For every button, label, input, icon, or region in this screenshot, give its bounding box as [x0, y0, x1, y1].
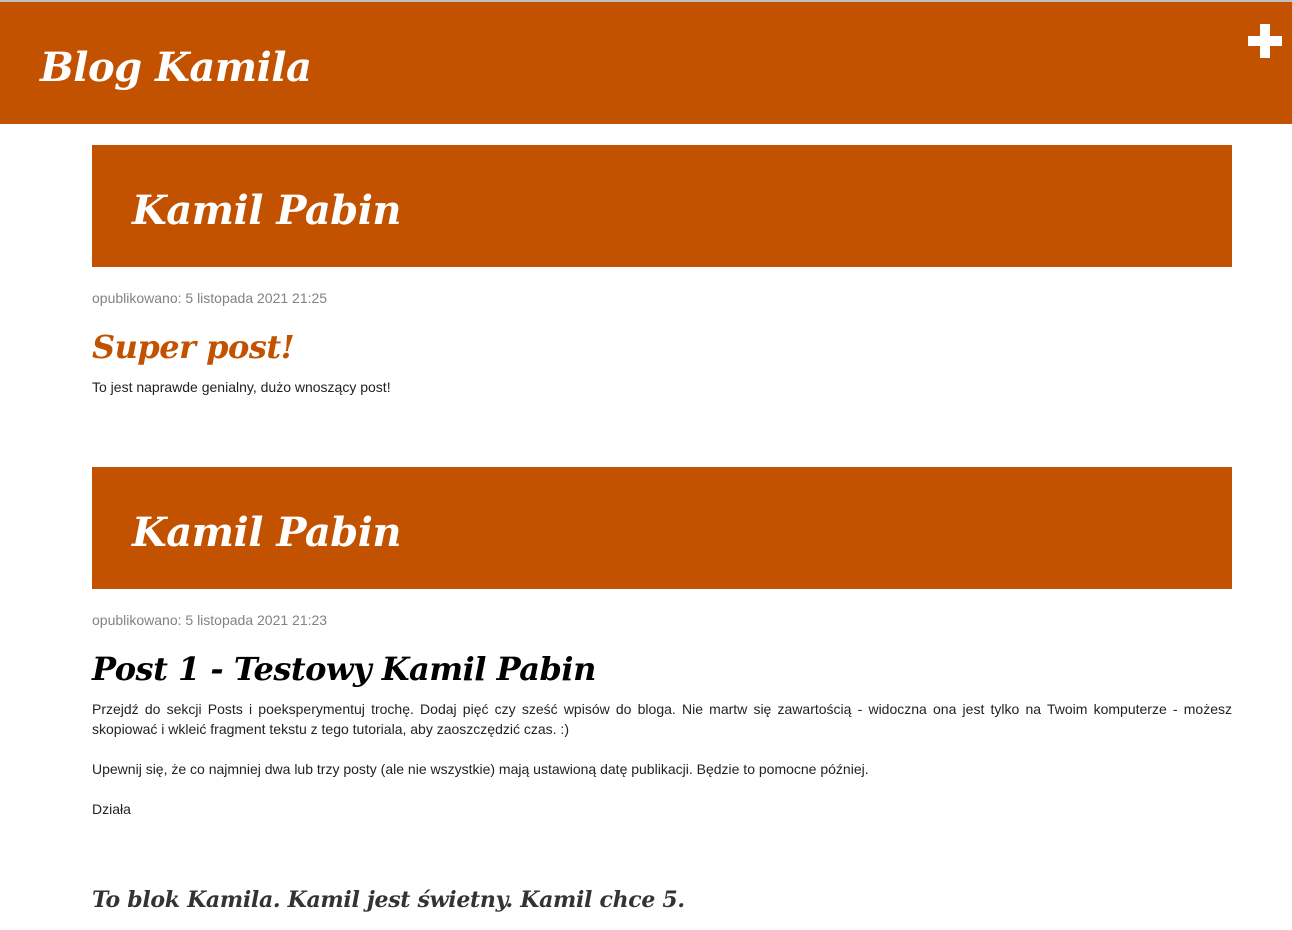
post-date: opublikowano: 5 listopada 2021 21:25	[92, 290, 328, 306]
plus-icon-vertical	[1260, 24, 1270, 58]
post-body-paragraph: Upewnij się, że co najmniej dwa lub trzy…	[92, 761, 869, 777]
post-title-link[interactable]: Super post!	[92, 328, 295, 366]
post-author-banner: Kamil Pabin	[92, 145, 1232, 267]
post-author-banner: Kamil Pabin	[92, 467, 1232, 589]
post-body-paragraph: Przejdź do sekcji Posts i poeksperymentu…	[92, 701, 1232, 737]
post-body: To jest naprawde genialny, dużo wnoszący…	[92, 379, 391, 395]
footer-text: To blok Kamila. Kamil jest świetny. Kami…	[92, 887, 685, 913]
post-author: Kamil Pabin	[132, 187, 402, 234]
plus-icon[interactable]	[1248, 24, 1282, 58]
post-author: Kamil Pabin	[132, 509, 402, 556]
post-title-link[interactable]: Post 1 - Testowy Kamil Pabin	[92, 650, 596, 688]
site-title-link[interactable]: Blog Kamila	[40, 44, 312, 91]
post-date: opublikowano: 5 listopada 2021 21:23	[92, 612, 328, 628]
post-body-paragraph: Działa	[92, 801, 131, 817]
page-header: Blog Kamila	[0, 2, 1292, 124]
